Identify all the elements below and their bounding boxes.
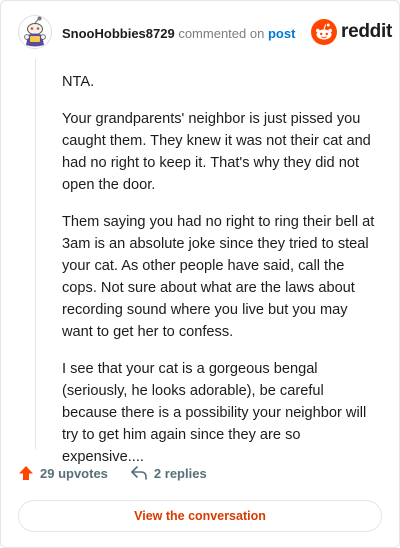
comment-header: SnooHobbies8729 commented on post (62, 26, 295, 41)
reply-count: 2 replies (153, 465, 207, 481)
upvote-arrow-icon[interactable] (18, 465, 34, 481)
replies-action[interactable]: 2 replies (130, 465, 207, 481)
reddit-wordmark: reddit (341, 21, 392, 42)
comment-paragraph: Them saying you had no right to ring the… (62, 214, 375, 340)
reply-arrow-icon (131, 466, 147, 480)
user-avatar-icon[interactable] (18, 15, 52, 49)
reddit-logo-icon (311, 19, 337, 45)
comment-paragraph: Your grandparents' neighbor is just piss… (62, 111, 371, 193)
commented-on-text: commented on (178, 26, 265, 41)
upvote-action[interactable]: 29 upvotes (18, 465, 108, 481)
post-link[interactable]: post (268, 26, 295, 41)
comment-card: SnooHobbies8729 commented on post reddit… (0, 0, 400, 548)
view-conversation-button[interactable]: View the conversation (18, 500, 382, 532)
comment-paragraph: I see that your cat is a gorgeous bengal… (62, 361, 367, 465)
comment-actions: 29 upvotes 2 replies (18, 465, 207, 481)
upvote-count: 29 upvotes (40, 465, 108, 481)
thread-line (35, 59, 36, 449)
username-link[interactable]: SnooHobbies8729 (62, 26, 175, 41)
reddit-logo[interactable]: reddit (311, 19, 392, 45)
comment-paragraph: NTA. (62, 74, 95, 90)
comment-body: NTA. Your grandparents' neighbor is just… (62, 71, 378, 483)
